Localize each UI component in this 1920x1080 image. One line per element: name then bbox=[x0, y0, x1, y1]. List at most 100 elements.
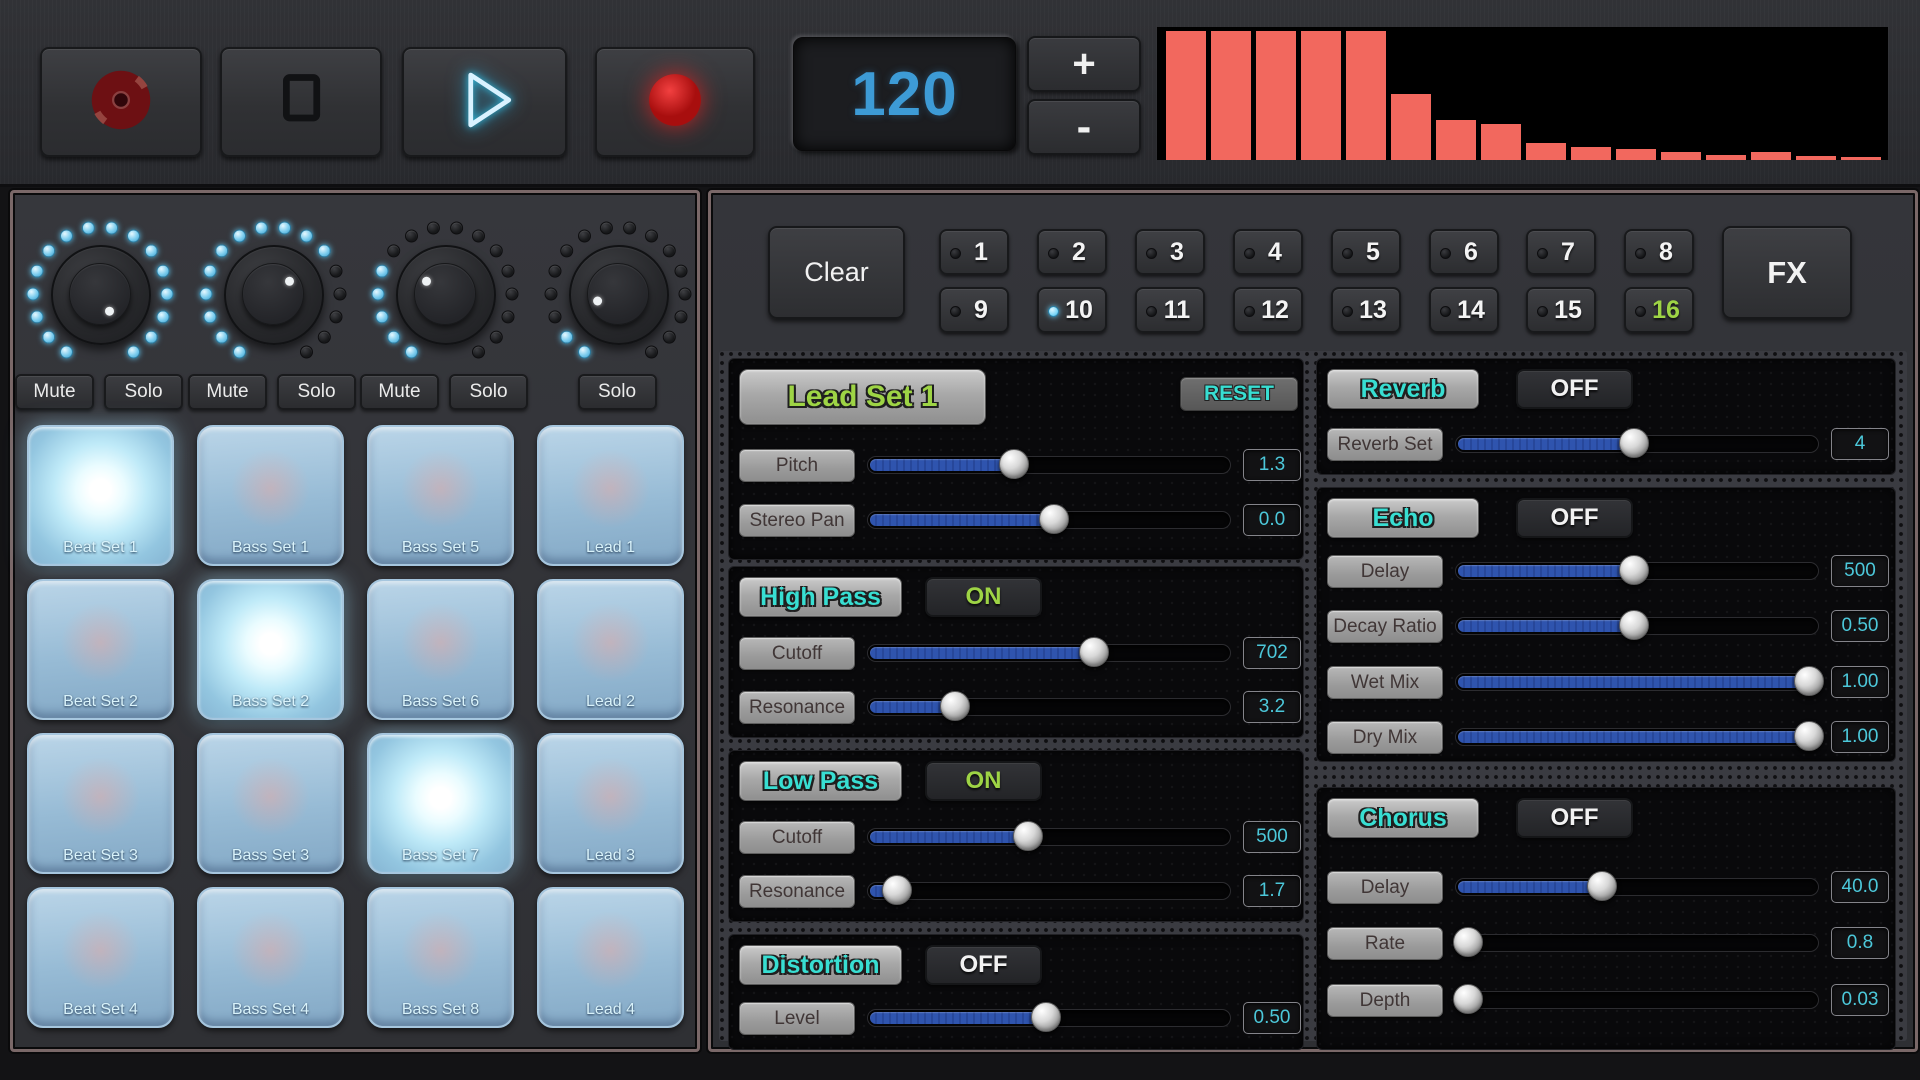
solo-button[interactable]: Solo bbox=[449, 374, 528, 410]
slider-track-wet-mix[interactable] bbox=[1455, 673, 1819, 691]
pad-bass-set-1[interactable]: Bass Set 1 bbox=[197, 425, 344, 566]
fx-row-level: Level0.50 bbox=[729, 1002, 1303, 1035]
slider-track-stereo-pan[interactable] bbox=[867, 511, 1231, 529]
pad-bass-set-6[interactable]: Bass Set 6 bbox=[367, 579, 514, 720]
slider-handle[interactable] bbox=[1039, 504, 1069, 534]
fx-button[interactable]: FX bbox=[1722, 226, 1852, 319]
fx-toggle-echo[interactable]: OFF bbox=[1516, 498, 1633, 538]
slider-handle[interactable] bbox=[1794, 721, 1824, 751]
step-number: 16 bbox=[1640, 289, 1692, 331]
slider-track-decay-ratio[interactable] bbox=[1455, 617, 1819, 635]
tempo-increase-button[interactable]: + bbox=[1027, 36, 1141, 92]
step-button-10[interactable]: 10 bbox=[1037, 287, 1107, 333]
mute-button[interactable]: Mute bbox=[360, 374, 439, 410]
fx-toggle-low-pass[interactable]: ON bbox=[925, 761, 1042, 801]
fx-toggle-chorus[interactable]: OFF bbox=[1516, 798, 1633, 838]
pad-beat-set-4[interactable]: Beat Set 4 bbox=[27, 887, 174, 1028]
step-button-13[interactable]: 13 bbox=[1331, 287, 1401, 333]
fx-toggle-reverb[interactable]: OFF bbox=[1516, 369, 1633, 409]
slider-track-dry-mix[interactable] bbox=[1455, 728, 1819, 746]
slider-handle[interactable] bbox=[1794, 666, 1824, 696]
step-button-2[interactable]: 2 bbox=[1037, 229, 1107, 275]
slider-handle[interactable] bbox=[1013, 821, 1043, 851]
knob-led-dot bbox=[549, 310, 562, 323]
stop-button[interactable] bbox=[220, 47, 382, 157]
fx-toggle-high-pass[interactable]: ON bbox=[925, 577, 1042, 617]
mixer-pads-panel: MuteSoloMuteSoloMuteSoloSolo Beat Set 1B… bbox=[10, 190, 700, 1052]
slider-handle[interactable] bbox=[1619, 555, 1649, 585]
slider-track-cutoff[interactable] bbox=[867, 644, 1231, 662]
pad-bass-set-4[interactable]: Bass Set 4 bbox=[197, 887, 344, 1028]
tempo-decrease-button[interactable]: - bbox=[1027, 99, 1141, 155]
knob-led-dot bbox=[27, 288, 40, 301]
solo-button[interactable]: Solo bbox=[277, 374, 356, 410]
slider-track-resonance[interactable] bbox=[867, 698, 1231, 716]
meter-bar bbox=[1796, 156, 1836, 160]
clear-button[interactable]: Clear bbox=[768, 226, 905, 319]
slider-track-pitch[interactable] bbox=[867, 456, 1231, 474]
slider-track-cutoff[interactable] bbox=[867, 828, 1231, 846]
mute-button[interactable]: Mute bbox=[15, 374, 94, 410]
step-button-12[interactable]: 12 bbox=[1233, 287, 1303, 333]
slider-handle[interactable] bbox=[1619, 428, 1649, 458]
step-button-7[interactable]: 7 bbox=[1526, 229, 1596, 275]
pad-lead-2[interactable]: Lead 2 bbox=[537, 579, 684, 720]
slider-track-reverb-set[interactable] bbox=[1455, 435, 1819, 453]
step-button-9[interactable]: 9 bbox=[939, 287, 1009, 333]
pad-bass-set-5[interactable]: Bass Set 5 bbox=[367, 425, 514, 566]
reset-button[interactable]: RESET bbox=[1180, 377, 1298, 411]
slider-handle[interactable] bbox=[1031, 1002, 1061, 1032]
slider-track-delay[interactable] bbox=[1455, 878, 1819, 896]
slider-handle[interactable] bbox=[1619, 610, 1649, 640]
step-button-5[interactable]: 5 bbox=[1331, 229, 1401, 275]
slider-handle[interactable] bbox=[1587, 871, 1617, 901]
fx-row-reverb-set: Reverb Set4 bbox=[1317, 428, 1895, 461]
slider-fill bbox=[870, 647, 1092, 659]
pad-bass-set-7[interactable]: Bass Set 7 bbox=[367, 733, 514, 874]
pad-lead-3[interactable]: Lead 3 bbox=[537, 733, 684, 874]
pad-lead-4[interactable]: Lead 4 bbox=[537, 887, 684, 1028]
fx-row-resonance: Resonance3.2 bbox=[729, 691, 1303, 724]
pad-bass-set-2[interactable]: Bass Set 2 bbox=[197, 579, 344, 720]
slider-handle[interactable] bbox=[999, 449, 1029, 479]
slider-handle[interactable] bbox=[1453, 984, 1483, 1014]
disc-button[interactable] bbox=[40, 47, 202, 157]
meter-bar bbox=[1391, 94, 1431, 161]
solo-button[interactable]: Solo bbox=[104, 374, 183, 410]
slider-track-delay[interactable] bbox=[1455, 562, 1819, 580]
pad-lead-1[interactable]: Lead 1 bbox=[537, 425, 684, 566]
fx-section-title-lead-set-1[interactable]: Lead Set 1 bbox=[739, 369, 986, 425]
knob-led-dot bbox=[387, 244, 400, 257]
slider-track-level[interactable] bbox=[867, 1009, 1231, 1027]
pad-bass-set-3[interactable]: Bass Set 3 bbox=[197, 733, 344, 874]
step-button-16[interactable]: 16 bbox=[1624, 287, 1694, 333]
slider-track-depth[interactable] bbox=[1455, 991, 1819, 1009]
slider-track-rate[interactable] bbox=[1455, 934, 1819, 952]
slider-handle[interactable] bbox=[882, 875, 912, 905]
step-button-8[interactable]: 8 bbox=[1624, 229, 1694, 275]
slider-track-resonance[interactable] bbox=[867, 882, 1231, 900]
pad-beat-set-2[interactable]: Beat Set 2 bbox=[27, 579, 174, 720]
step-button-1[interactable]: 1 bbox=[939, 229, 1009, 275]
knob-led-dot bbox=[549, 265, 562, 278]
slider-handle[interactable] bbox=[1079, 637, 1109, 667]
pad-beat-set-3[interactable]: Beat Set 3 bbox=[27, 733, 174, 874]
mute-button[interactable]: Mute bbox=[188, 374, 267, 410]
step-button-14[interactable]: 14 bbox=[1429, 287, 1499, 333]
step-button-4[interactable]: 4 bbox=[1233, 229, 1303, 275]
step-button-6[interactable]: 6 bbox=[1429, 229, 1499, 275]
pad-beat-set-1[interactable]: Beat Set 1 bbox=[27, 425, 174, 566]
step-number: 14 bbox=[1445, 289, 1497, 331]
step-button-11[interactable]: 11 bbox=[1135, 287, 1205, 333]
slider-handle[interactable] bbox=[940, 691, 970, 721]
record-button[interactable] bbox=[595, 47, 755, 157]
slider-handle[interactable] bbox=[1453, 927, 1483, 957]
pad-bass-set-8[interactable]: Bass Set 8 bbox=[367, 887, 514, 1028]
play-button[interactable] bbox=[402, 47, 567, 157]
step-button-15[interactable]: 15 bbox=[1526, 287, 1596, 333]
solo-button[interactable]: Solo bbox=[578, 374, 657, 410]
knob-led-dot bbox=[645, 230, 658, 243]
fx-toggle-distortion[interactable]: OFF bbox=[925, 945, 1042, 985]
step-button-3[interactable]: 3 bbox=[1135, 229, 1205, 275]
param-label: Dry Mix bbox=[1327, 721, 1443, 754]
